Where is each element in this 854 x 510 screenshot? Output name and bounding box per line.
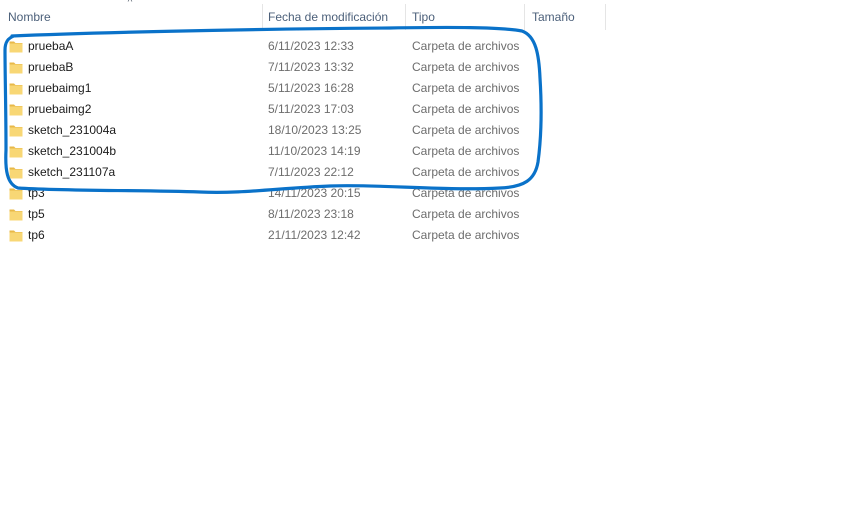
file-list: pruebaA 6/11/2023 12:33 Carpeta de archivo… (0, 36, 607, 246)
file-row[interactable]: pruebaimg1 5/11/2023 16:28 Carpeta de arch… (0, 78, 607, 99)
folder-icon (9, 104, 23, 116)
file-row[interactable]: tp5 8/11/2023 23:18 Carpeta de archivos (0, 204, 607, 225)
file-modified-date: 18/10/2023 13:25 (268, 123, 362, 137)
folder-icon (9, 83, 23, 95)
file-name[interactable]: sketch_231107a (28, 162, 115, 183)
folder-icon (9, 62, 23, 74)
file-name[interactable]: sketch_231004a (28, 120, 116, 141)
column-divider[interactable] (262, 4, 263, 30)
column-divider[interactable] (405, 4, 406, 30)
file-type: Carpeta de archivos (412, 102, 520, 116)
file-row[interactable]: sketch_231004b 11/10/2023 14:19 Carpeta de… (0, 141, 607, 162)
column-header-modified[interactable]: Fecha de modificación (268, 0, 404, 34)
folder-icon (9, 41, 23, 53)
file-row[interactable]: tp3 14/11/2023 20:15 Carpeta de archivos (0, 183, 607, 204)
file-name[interactable]: tp5 (28, 204, 45, 225)
file-row[interactable]: pruebaB 7/11/2023 13:32 Carpeta de archivo… (0, 57, 607, 78)
column-header-bar: ^ Nombre Fecha de modificación Tipo Tama… (0, 0, 607, 34)
file-name[interactable]: pruebaB (28, 57, 73, 78)
file-row[interactable]: sketch_231004a 18/10/2023 13:25 Carpeta de… (0, 120, 607, 141)
file-name[interactable]: pruebaimg2 (28, 99, 91, 120)
folder-icon (9, 125, 23, 137)
file-row[interactable]: tp6 21/11/2023 12:42 Carpeta de archivos (0, 225, 607, 246)
file-row[interactable]: pruebaimg2 5/11/2023 17:03 Carpeta de arch… (0, 99, 607, 120)
folder-icon (9, 167, 23, 179)
file-modified-date: 7/11/2023 22:12 (268, 165, 354, 179)
file-modified-date: 5/11/2023 17:03 (268, 102, 354, 116)
column-header-type[interactable]: Tipo (412, 0, 522, 34)
column-divider[interactable] (524, 4, 525, 30)
file-explorer-view: ^ Nombre Fecha de modificación Tipo Tama… (0, 0, 854, 510)
file-type: Carpeta de archivos (412, 165, 520, 179)
file-name[interactable]: pruebaimg1 (28, 78, 91, 99)
file-type: Carpeta de archivos (412, 39, 520, 53)
file-row[interactable]: sketch_231107a 7/11/2023 22:12 Carpeta de … (0, 162, 607, 183)
file-type: Carpeta de archivos (412, 81, 520, 95)
column-header-name[interactable]: Nombre (8, 0, 260, 34)
file-type: Carpeta de archivos (412, 228, 520, 242)
file-modified-date: 6/11/2023 12:33 (268, 39, 354, 53)
file-modified-date: 5/11/2023 16:28 (268, 81, 354, 95)
file-name[interactable]: pruebaA (28, 36, 73, 57)
file-modified-date: 7/11/2023 13:32 (268, 60, 354, 74)
file-type: Carpeta de archivos (412, 207, 520, 221)
folder-icon (9, 188, 23, 200)
column-divider[interactable] (605, 4, 606, 30)
file-type: Carpeta de archivos (412, 186, 520, 200)
file-name[interactable]: tp6 (28, 225, 45, 246)
column-header-size[interactable]: Tamaño (532, 0, 602, 34)
folder-icon (9, 230, 23, 242)
file-name[interactable]: tp3 (28, 183, 45, 204)
folder-icon (9, 209, 23, 221)
file-type: Carpeta de archivos (412, 60, 520, 74)
file-type: Carpeta de archivos (412, 123, 520, 137)
file-modified-date: 14/11/2023 20:15 (268, 186, 361, 200)
file-name[interactable]: sketch_231004b (28, 141, 116, 162)
file-row[interactable]: pruebaA 6/11/2023 12:33 Carpeta de archivo… (0, 36, 607, 57)
file-type: Carpeta de archivos (412, 144, 520, 158)
file-modified-date: 21/11/2023 12:42 (268, 228, 361, 242)
folder-icon (9, 146, 23, 158)
file-modified-date: 11/10/2023 14:19 (268, 144, 361, 158)
file-modified-date: 8/11/2023 23:18 (268, 207, 354, 221)
